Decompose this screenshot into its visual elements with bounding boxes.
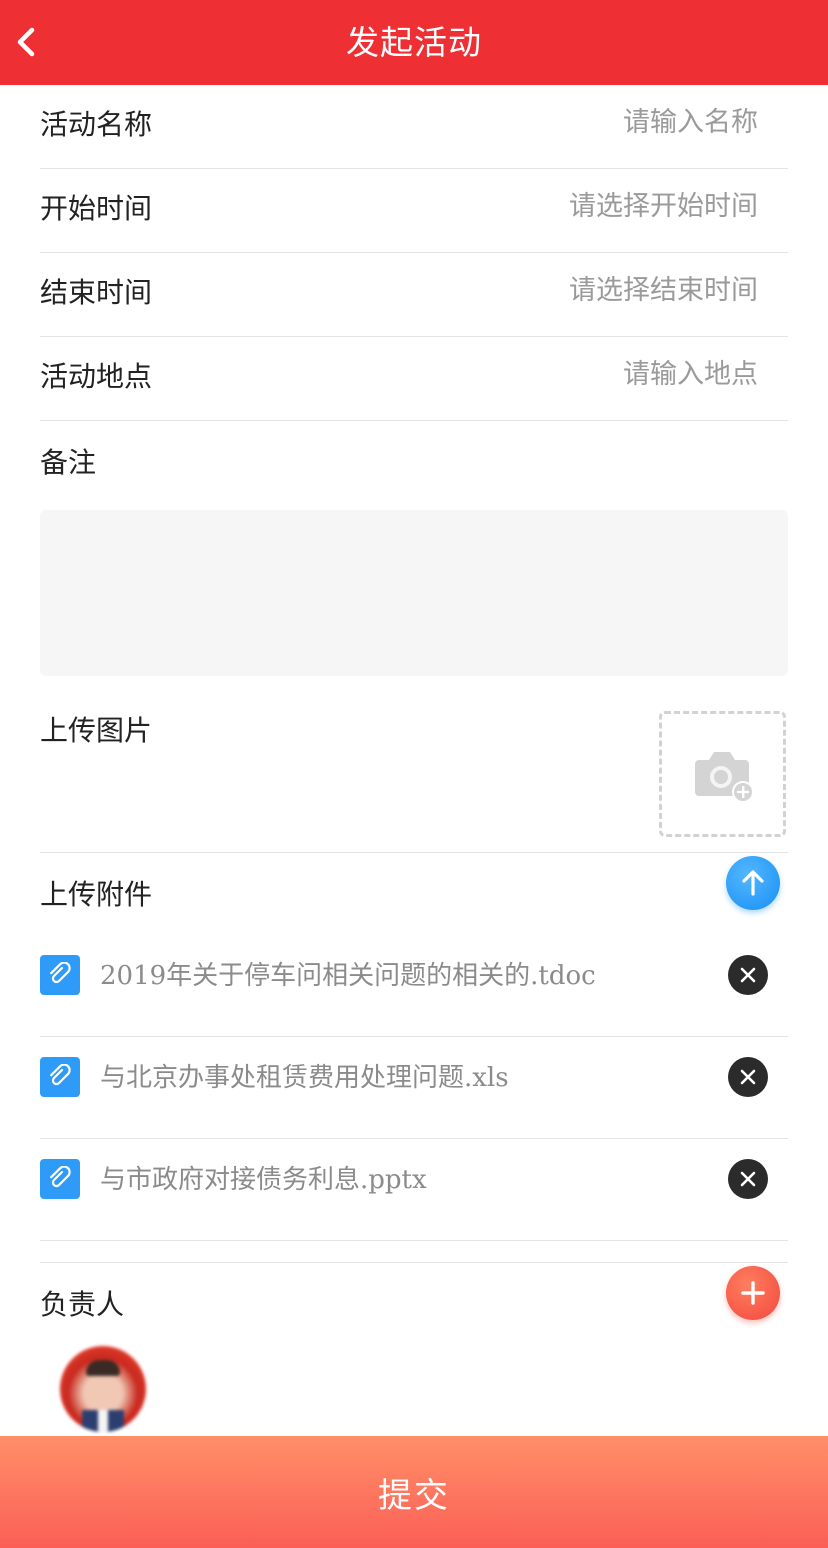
end-time-row[interactable]: 结束时间 — [40, 253, 788, 337]
close-icon — [740, 1171, 756, 1187]
add-owner-button[interactable] — [726, 1266, 780, 1320]
link-icon — [40, 1057, 80, 1097]
submit-button[interactable]: 提交 — [0, 1436, 828, 1548]
remove-attachment-button[interactable] — [728, 1057, 768, 1097]
location-input[interactable] — [358, 359, 758, 390]
start-time-label: 开始时间 — [40, 192, 153, 225]
arrow-up-icon — [742, 870, 764, 896]
end-time-label: 结束时间 — [40, 276, 153, 309]
plus-icon — [741, 1281, 765, 1305]
camera-add-icon — [694, 752, 754, 803]
section-divider — [40, 1262, 788, 1263]
remove-attachment-button[interactable] — [728, 1159, 768, 1199]
activity-name-input[interactable] — [358, 107, 758, 138]
attachments-label: 上传附件 — [40, 878, 153, 911]
attachment-item[interactable]: 与市政府对接债务利息.pptx — [40, 1139, 788, 1241]
upload-image-label: 上传图片 — [40, 714, 153, 747]
close-icon — [740, 1069, 756, 1085]
avatar-collar — [98, 1410, 108, 1432]
link-icon — [40, 1159, 80, 1199]
start-time-row[interactable]: 开始时间 — [40, 169, 788, 253]
notes-textarea[interactable] — [40, 510, 788, 676]
page-title: 发起活动 — [346, 23, 482, 62]
section-divider — [40, 852, 788, 853]
notes-label: 备注 — [40, 446, 97, 479]
attachment-item[interactable]: 与北京办事处租赁费用处理问题.xls — [40, 1037, 788, 1139]
start-time-input[interactable] — [358, 191, 758, 222]
remove-attachment-button[interactable] — [728, 955, 768, 995]
location-label: 活动地点 — [40, 360, 153, 393]
activity-name-row: 活动名称 — [40, 85, 788, 169]
attachment-item[interactable]: 2019年关于停车问相关问题的相关的.tdoc — [40, 935, 788, 1037]
top-bar: 发起活动 — [0, 0, 828, 85]
close-icon — [740, 967, 756, 983]
attachment-name: 2019年关于停车问相关问题的相关的.tdoc — [100, 961, 596, 991]
location-row: 活动地点 — [40, 337, 788, 421]
upload-attachment-button[interactable] — [726, 856, 780, 910]
activity-name-label: 活动名称 — [40, 108, 153, 141]
avatar-hair — [86, 1360, 120, 1376]
attachment-name: 与北京办事处租赁费用处理问题.xls — [100, 1063, 509, 1093]
owner-avatar[interactable] — [60, 1346, 146, 1432]
owner-label: 负责人 — [40, 1288, 125, 1321]
link-icon — [40, 955, 80, 995]
add-photo-button[interactable] — [659, 711, 786, 837]
end-time-input[interactable] — [358, 275, 758, 306]
attachment-name: 与市政府对接债务利息.pptx — [100, 1165, 427, 1195]
